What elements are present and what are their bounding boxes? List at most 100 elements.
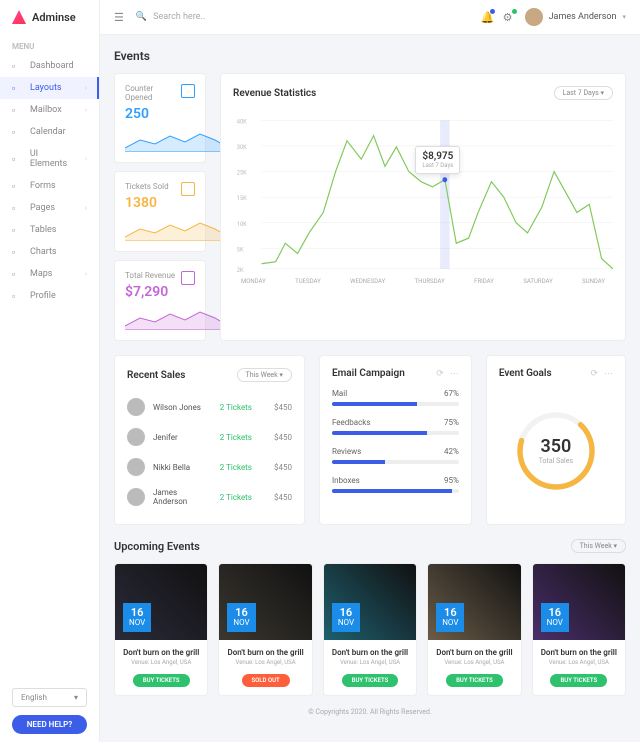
topbar: ☰ 🔍 Search here.. 🔔 ⚙ James Anderson ▾ (100, 0, 640, 35)
refresh-icon[interactable]: ⟳ (436, 369, 444, 379)
stat-card: Tickets Sold1380 (114, 171, 206, 252)
menu-label: MENU (0, 34, 99, 55)
stat-icon (181, 84, 195, 98)
date-badge: 16NOV (541, 603, 569, 632)
sales-row: Jenifer2 Tickets$450 (127, 422, 292, 452)
nav-icon: ▫ (12, 269, 22, 279)
sidebar: Adminse MENU ▫Dashboard▫Layouts›▫Mailbox… (0, 0, 100, 742)
nav-icon: ▫ (12, 203, 22, 213)
menu-toggle-icon[interactable]: ☰ (114, 11, 124, 24)
buy-button[interactable]: BUY TICKETS (550, 674, 607, 687)
revenue-chart: 40K 30K 25K 15K 10K 5K 2K $8,97 (233, 110, 613, 274)
nav-icon: ▫ (12, 247, 22, 257)
revenue-title: Revenue Statistics (233, 88, 316, 99)
brand-name: Adminse (32, 11, 76, 24)
event-card: 16NOVDon't burn on the grillVenue: Los A… (218, 563, 312, 696)
avatar (127, 428, 145, 446)
chevron-right-icon: › (85, 106, 87, 114)
sidebar-item-calendar[interactable]: ▫Calendar (0, 121, 99, 143)
nav-icon: ▫ (12, 105, 22, 115)
buy-button[interactable]: BUY TICKETS (446, 674, 503, 687)
language-select[interactable]: English ▾ (12, 688, 87, 707)
help-button[interactable]: NEED HELP? (12, 715, 87, 734)
svg-text:15K: 15K (237, 196, 247, 202)
nav-icon: ▫ (12, 291, 22, 301)
event-card: 16NOVDon't burn on the grillVenue: Los A… (114, 563, 208, 696)
svg-text:30K: 30K (237, 145, 247, 151)
upcoming-filter[interactable]: This Week ▾ (571, 539, 626, 553)
buy-button[interactable]: BUY TICKETS (342, 674, 399, 687)
sidebar-item-charts[interactable]: ▫Charts (0, 241, 99, 263)
svg-text:2K: 2K (237, 268, 244, 274)
chevron-right-icon: › (85, 84, 87, 92)
more-icon[interactable]: ⋯ (604, 369, 613, 379)
avatar (127, 398, 145, 416)
date-badge: 16NOV (123, 603, 151, 632)
event-card: 16NOVDon't burn on the grillVenue: Los A… (323, 563, 417, 696)
search-icon: 🔍 (136, 12, 147, 22)
svg-text:40K: 40K (237, 119, 247, 125)
nav-icon: ▫ (12, 127, 22, 137)
sidebar-item-ui-elements[interactable]: ▫UI Elements› (0, 143, 99, 175)
notifications-icon[interactable]: 🔔 (481, 11, 493, 23)
chevron-down-icon: ▾ (622, 13, 626, 21)
sales-filter[interactable]: This Week ▾ (237, 368, 292, 382)
sidebar-item-tables[interactable]: ▫Tables (0, 219, 99, 241)
sales-row: Wilson Jones2 Tickets$450 (127, 392, 292, 422)
page-title: Events (114, 49, 626, 63)
upcoming-title: Upcoming Events (114, 540, 200, 553)
more-icon[interactable]: ⋯ (450, 369, 459, 379)
svg-text:10K: 10K (237, 222, 247, 228)
avatar (525, 8, 543, 26)
stat-card: Total Revenue$7,290 (114, 260, 206, 341)
user-menu[interactable]: James Anderson ▾ (525, 8, 626, 26)
event-image: 16NOV (219, 564, 311, 640)
email-campaign-card: Email Campaign ⟳⋯ Mail67%Feedbacks75%Rev… (319, 355, 472, 525)
nav-icon: ▫ (12, 83, 22, 93)
event-card: 16NOVDon't burn on the grillVenue: Los A… (532, 563, 626, 696)
sidebar-item-dashboard[interactable]: ▫Dashboard (0, 55, 99, 77)
date-badge: 16NOV (227, 603, 255, 632)
settings-icon[interactable]: ⚙ (503, 11, 515, 23)
sales-row: Nikki Bella2 Tickets$450 (127, 452, 292, 482)
recent-sales-card: Recent Sales This Week ▾ Wilson Jones2 T… (114, 355, 305, 525)
sidebar-item-mailbox[interactable]: ▫Mailbox› (0, 99, 99, 121)
logo-icon (12, 10, 26, 24)
revenue-filter[interactable]: Last 7 Days ▾ (554, 86, 613, 100)
brand-logo[interactable]: Adminse (0, 0, 99, 34)
nav-icon: ▫ (12, 225, 22, 235)
event-image: 16NOV (533, 564, 625, 640)
sidebar-item-maps[interactable]: ▫Maps› (0, 263, 99, 285)
chart-tooltip: $8,975 Last 7 Days (415, 146, 460, 174)
chevron-right-icon: › (85, 155, 87, 163)
nav-icon: ▫ (12, 61, 22, 71)
buy-button[interactable]: SOLD OUT (242, 674, 290, 687)
refresh-icon[interactable]: ⟳ (590, 369, 598, 379)
date-badge: 16NOV (436, 603, 464, 632)
chevron-right-icon: › (85, 270, 87, 278)
nav-icon: ▫ (12, 181, 22, 191)
sales-row: James Anderson2 Tickets$450 (127, 482, 292, 512)
nav-icon: ▫ (12, 154, 22, 164)
footer: © Copyrights 2020. All Rights Reserved. (114, 696, 626, 728)
search-input[interactable]: 🔍 Search here.. (136, 12, 469, 22)
progress-row: Feedbacks75% (332, 418, 459, 435)
event-goals-card: Event Goals ⟳⋯ 350 Total Sales (486, 355, 626, 525)
buy-button[interactable]: BUY TICKETS (133, 674, 190, 687)
event-image: 16NOV (324, 564, 416, 640)
revenue-statistics-card: Revenue Statistics Last 7 Days ▾ 40K (220, 73, 626, 341)
stat-icon (181, 182, 195, 196)
stat-icon (181, 271, 195, 285)
avatar (127, 488, 145, 506)
sidebar-item-forms[interactable]: ▫Forms (0, 175, 99, 197)
sidebar-item-profile[interactable]: ▫Profile (0, 285, 99, 307)
event-image: 16NOV (428, 564, 520, 640)
sidebar-item-layouts[interactable]: ▫Layouts› (0, 77, 99, 99)
sidebar-item-pages[interactable]: ▫Pages› (0, 197, 99, 219)
chevron-right-icon: › (85, 204, 87, 212)
svg-text:5K: 5K (237, 247, 244, 253)
chevron-down-icon: ▾ (74, 693, 78, 702)
progress-row: Mail67% (332, 389, 459, 406)
nav-list: ▫Dashboard▫Layouts›▫Mailbox›▫Calendar▫UI… (0, 55, 99, 680)
stat-card: Counter Opened250 (114, 73, 206, 163)
